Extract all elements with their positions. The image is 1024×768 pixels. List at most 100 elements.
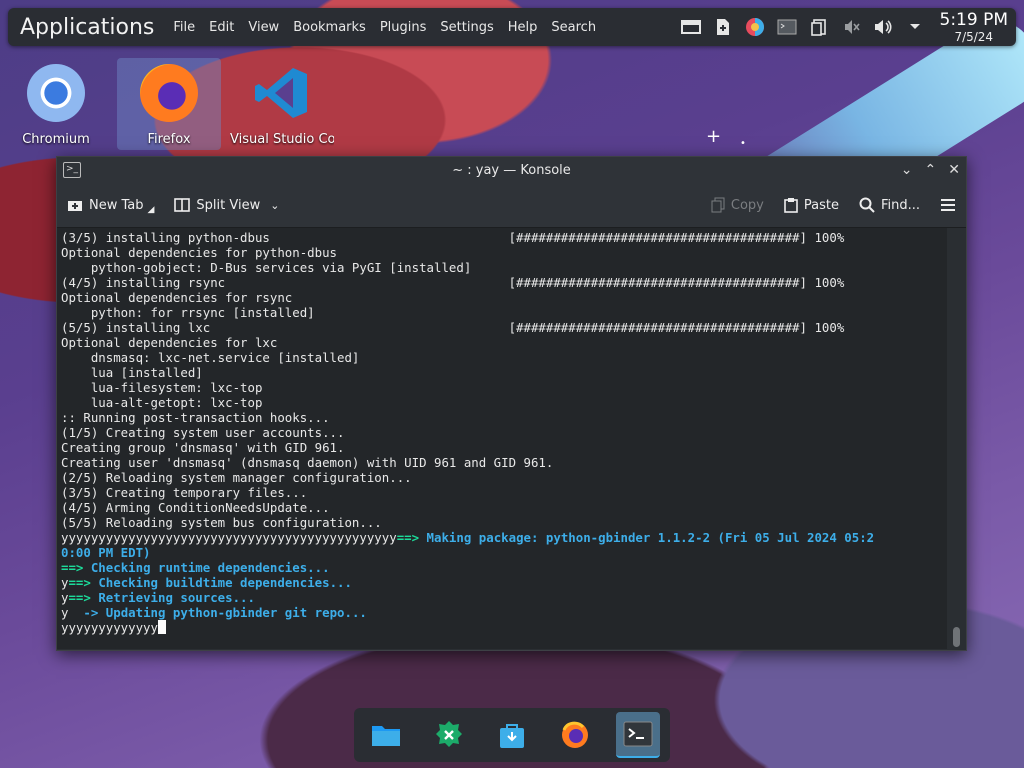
chevron-down-icon: ⌄	[270, 198, 280, 212]
copy-label: Copy	[730, 197, 764, 213]
terminal-line-making-package-cont: 0:00 PM EDT)	[61, 545, 151, 560]
task-discover[interactable]	[427, 713, 471, 757]
document-add-icon[interactable]	[712, 16, 734, 38]
clipboard-icon[interactable]	[808, 16, 830, 38]
retrieve-text: Retrieving sources...	[90, 590, 255, 605]
network-status-icon[interactable]	[744, 16, 766, 38]
clock-time: 5:19 PM	[939, 9, 1009, 30]
terminal-scrollbar[interactable]	[948, 228, 966, 649]
digital-clock[interactable]: 5:19 PM 7/5/24	[939, 9, 1009, 44]
arrow-marker: ==>	[68, 575, 91, 590]
check-build-text: Checking buildtime dependencies...	[90, 575, 352, 590]
hamburger-menu-icon	[941, 199, 955, 211]
menu-file[interactable]: File	[166, 20, 202, 35]
konsole-toolbar: New Tab ◢ Split View ⌄ Copy Paste Find..…	[57, 183, 966, 228]
menu-edit[interactable]: Edit	[202, 20, 241, 35]
maximize-icon[interactable]: ⌃	[925, 162, 937, 178]
wallpaper-star: •	[740, 138, 746, 149]
window-overview-icon[interactable]	[680, 16, 702, 38]
typed-input: yyyyyyyyyyyyy	[61, 620, 158, 635]
terminal-line-update: y -> Updating python-gbinder git repo...	[61, 605, 947, 620]
task-store[interactable]	[490, 713, 534, 757]
terminal-output[interactable]: (3/5) installing python-dbus [##########…	[57, 228, 947, 649]
hamburger-menu-button[interactable]	[940, 198, 956, 212]
firefox-icon	[562, 721, 589, 748]
dolphin-icon	[371, 726, 400, 746]
new-tab-icon	[68, 201, 82, 211]
terminal-input-line[interactable]: yyyyyyyyyyyyy	[61, 620, 947, 635]
terminal-line: (4/5) installing rsync [################…	[61, 275, 845, 290]
close-icon[interactable]: ✕	[948, 162, 960, 178]
chromium-icon	[27, 64, 85, 122]
arrow-marker: ==>	[68, 590, 91, 605]
notifications-muted-icon[interactable]	[840, 16, 862, 38]
menu-search[interactable]: Search	[544, 20, 603, 35]
terminal-line: Optional dependencies for lxc	[61, 335, 278, 350]
menu-bookmarks[interactable]: Bookmarks	[286, 20, 373, 35]
split-view-icon	[174, 198, 191, 212]
terminal-line: :: Running post-transaction hooks...	[61, 410, 330, 425]
terminal-line-runtime: ==> Checking runtime dependencies...	[61, 560, 947, 575]
desktop-icon-label: Firefox	[147, 132, 191, 147]
split-view-button[interactable]: Split View ⌄	[174, 198, 279, 213]
terminal-line: (2/5) Reloading system manager configura…	[61, 470, 412, 485]
menu-settings[interactable]: Settings	[433, 20, 500, 35]
terminal-line: (5/5) installing lxc [##################…	[61, 320, 845, 335]
minimize-icon[interactable]: ⌄	[901, 162, 913, 178]
taskbar	[354, 708, 670, 762]
terminal-line: (5/5) Reloading system bus configuration…	[61, 515, 382, 530]
new-tab-button[interactable]: New Tab ◢	[67, 195, 154, 215]
terminal-line: python-gobject: D-Bus services via PyGI …	[61, 260, 472, 275]
search-icon	[859, 197, 875, 213]
paste-label: Paste	[803, 197, 839, 213]
menu-plugins[interactable]: Plugins	[373, 20, 434, 35]
global-menu-bar: File Edit View Bookmarks Plugins Setting…	[166, 20, 603, 35]
terminal-line: (4/5) Arming ConditionNeedsUpdate...	[61, 500, 330, 515]
window-title: ~ : yay — Konsole	[452, 162, 571, 178]
terminal-line: Optional dependencies for python-dbus	[61, 245, 338, 260]
find-button[interactable]: Find...	[859, 197, 920, 213]
terminal-line: lua-alt-getopt: lxc-top	[61, 395, 263, 410]
terminal-line: (3/5) installing python-dbus [##########…	[61, 230, 845, 245]
window-titlebar[interactable]: >_ ~ : yay — Konsole ⌄ ⌃ ✕	[57, 157, 966, 183]
terminal-line-making-package: yyyyyyyyyyyyyyyyyyyyyyyyyyyyyyyyyyyyyyyy…	[61, 530, 947, 545]
making-package-text: Making package: python-gbinder 1.1.2-2 (…	[419, 530, 875, 545]
terminal-line-retrieve: y==> Retrieving sources...	[61, 590, 947, 605]
paste-button[interactable]: Paste	[784, 197, 839, 213]
yes-input-echo: y	[61, 605, 84, 620]
terminal-tray-icon[interactable]	[776, 16, 798, 38]
terminal-line: Creating group 'dnsmasq' with GID 961.	[61, 440, 345, 455]
arrow-marker: ->	[83, 605, 99, 620]
terminal-line: lua-filesystem: lxc-top	[61, 380, 263, 395]
volume-icon[interactable]	[872, 16, 894, 38]
scrollbar-thumb[interactable]	[953, 627, 960, 647]
terminal-line: python: for rrsync [installed]	[61, 305, 315, 320]
terminal-line: lua [installed]	[61, 365, 203, 380]
applications-menu-button[interactable]: Applications	[8, 15, 166, 40]
task-konsole[interactable]	[616, 712, 661, 758]
task-firefox[interactable]	[553, 713, 597, 757]
desktop-icon-chromium[interactable]: Chromium	[4, 58, 108, 150]
task-dolphin[interactable]	[364, 713, 408, 757]
terminal-line: (3/5) Creating temporary files...	[61, 485, 308, 500]
desktop-icon-firefox[interactable]: Firefox	[117, 58, 221, 150]
new-tab-label: New Tab	[89, 197, 144, 213]
clock-date: 7/5/24	[954, 29, 994, 44]
menu-view[interactable]: View	[241, 20, 286, 35]
system-tray: 5:19 PM 7/5/24	[680, 9, 1017, 44]
arrow-marker: ==>	[396, 530, 420, 545]
terminal-line: dnsmasq: lxc-net.service [installed]	[61, 350, 360, 365]
tray-expand-icon[interactable]	[904, 16, 926, 38]
check-runtime-text: Checking runtime dependencies...	[83, 560, 330, 575]
text-cursor	[157, 620, 166, 634]
arrow-marker: ==>	[61, 560, 84, 575]
desktop-icon-vscode[interactable]: Visual Studio Code	[230, 58, 334, 150]
vscode-icon	[253, 64, 311, 122]
menu-help[interactable]: Help	[501, 20, 545, 35]
find-label: Find...	[880, 197, 920, 213]
terminal-line-buildtime: y==> Checking buildtime dependencies...	[61, 575, 947, 590]
konsole-icon	[623, 721, 653, 747]
split-view-label: Split View	[196, 197, 261, 213]
discover-icon	[435, 721, 462, 747]
copy-button[interactable]: Copy	[711, 197, 764, 213]
